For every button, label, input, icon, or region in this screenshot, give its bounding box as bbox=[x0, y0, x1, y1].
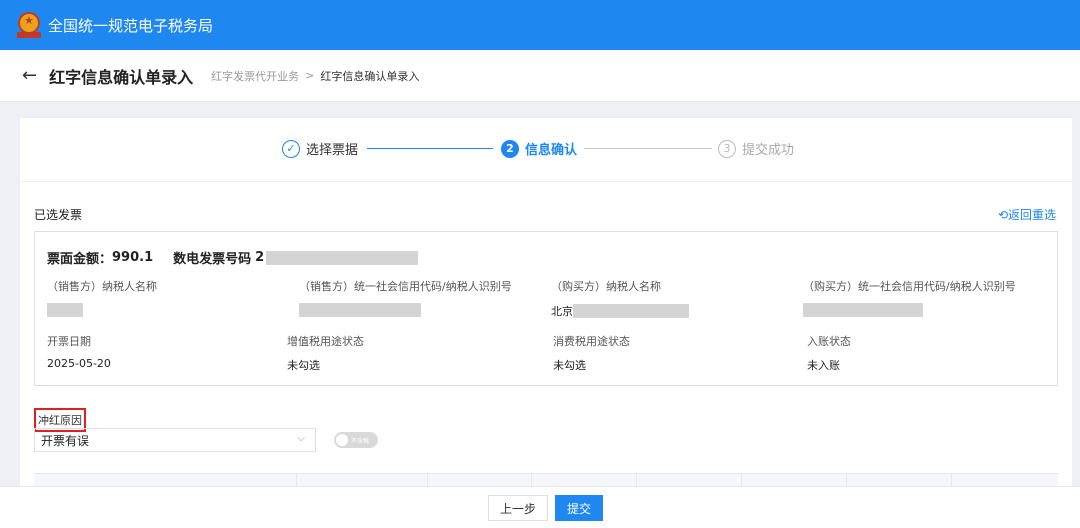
step-label: 选择票据 bbox=[306, 143, 359, 158]
toggle-knob bbox=[336, 434, 348, 446]
main-card: ✓ 选择票据 2 信息确认 3 提交成功 已选发票 ⟲返回重选 票面金额： 99… bbox=[20, 118, 1072, 499]
previous-step-button[interactable]: 上一步 bbox=[488, 495, 548, 521]
buyer-tax-id-value bbox=[803, 303, 923, 317]
step-label: 信息确认 bbox=[525, 143, 578, 158]
page-title: 红字信息确认单录入 bbox=[49, 67, 194, 87]
step-number: 3 bbox=[718, 139, 736, 158]
national-emblem-icon: ★ bbox=[16, 12, 42, 38]
field-label: （销售方）统一社会信用代码/纳税人识别号 bbox=[299, 280, 512, 293]
step-select-invoice: ✓ 选择票据 bbox=[282, 139, 358, 158]
breadcrumb-parent[interactable]: 红字发票代开业务 bbox=[211, 68, 299, 84]
back-arrow-icon[interactable]: ← bbox=[22, 65, 37, 86]
tax-exclusive-toggle[interactable]: 不含税 bbox=[334, 432, 378, 448]
reversal-reason-select[interactable]: 开票有误 ⌵ bbox=[34, 428, 316, 452]
vat-usage-status-value: 未勾选 bbox=[287, 359, 320, 372]
field-label: 消费税用途状态 bbox=[553, 335, 630, 348]
invoice-summary: 票面金额： 990.1 数电发票号码 2 bbox=[47, 248, 419, 267]
amount-label: 票面金额： bbox=[47, 252, 113, 267]
accounting-status-value: 未入账 bbox=[807, 359, 840, 372]
step-check-icon: ✓ bbox=[282, 139, 300, 158]
field-label: 开票日期 bbox=[47, 335, 91, 348]
redacted-text bbox=[803, 303, 923, 317]
field-label: 增值税用途状态 bbox=[287, 335, 364, 348]
buyer-name-value: 北京 bbox=[551, 303, 689, 319]
invoice-details: 票面金额： 990.1 数电发票号码 2 （销售方）纳税人名称 （销售方）统一社… bbox=[34, 231, 1058, 386]
chevron-down-icon: ⌵ bbox=[297, 433, 305, 444]
consumption-tax-status-value: 未勾选 bbox=[553, 359, 586, 372]
field-label: 入账状态 bbox=[807, 335, 851, 348]
section-title: 已选发票 bbox=[34, 208, 83, 222]
brand-title: 全国统一规范电子税务局 bbox=[48, 16, 214, 35]
step-connector-todo bbox=[584, 148, 712, 149]
step-label: 提交成功 bbox=[742, 143, 795, 158]
issue-date-value: 2025-05-20 bbox=[47, 357, 111, 370]
step-confirm-info: 2 信息确认 bbox=[501, 139, 577, 158]
redacted-text bbox=[47, 303, 83, 317]
footer-bar: 上一步 提交 bbox=[0, 486, 1080, 528]
top-bar: ★ 全国统一规范电子税务局 bbox=[0, 0, 1080, 50]
stepper: ✓ 选择票据 2 信息确认 3 提交成功 bbox=[20, 118, 1072, 182]
amount-value: 990.1 bbox=[112, 250, 154, 265]
toggle-text: 不含税 bbox=[351, 437, 370, 445]
field-label: （销售方）纳税人名称 bbox=[47, 280, 157, 293]
invoice-number-label: 数电发票号码 bbox=[173, 252, 252, 267]
submit-button[interactable]: 提交 bbox=[555, 495, 603, 521]
field-label: （购买方）纳税人名称 bbox=[551, 280, 661, 293]
selected-reason: 开票有误 bbox=[41, 433, 90, 448]
step-connector-done bbox=[367, 148, 493, 149]
reselect-link[interactable]: ⟲返回重选 bbox=[998, 206, 1056, 223]
seller-tax-id-value bbox=[299, 303, 421, 317]
field-label: （购买方）统一社会信用代码/纳税人识别号 bbox=[803, 280, 1016, 293]
step-submit-success: 3 提交成功 bbox=[718, 139, 794, 158]
step-number: 2 bbox=[501, 139, 519, 158]
page-header: ← 红字信息确认单录入 红字发票代开业务 > 红字信息确认单录入 bbox=[0, 50, 1080, 102]
redacted-invoice-number bbox=[266, 250, 419, 265]
breadcrumb-separator: > bbox=[305, 69, 315, 82]
invoice-number-prefix: 2 bbox=[255, 250, 265, 265]
redacted-text bbox=[573, 304, 689, 318]
breadcrumb-current: 红字信息确认单录入 bbox=[320, 69, 420, 83]
seller-name-value bbox=[47, 303, 83, 317]
redacted-text bbox=[299, 303, 421, 317]
